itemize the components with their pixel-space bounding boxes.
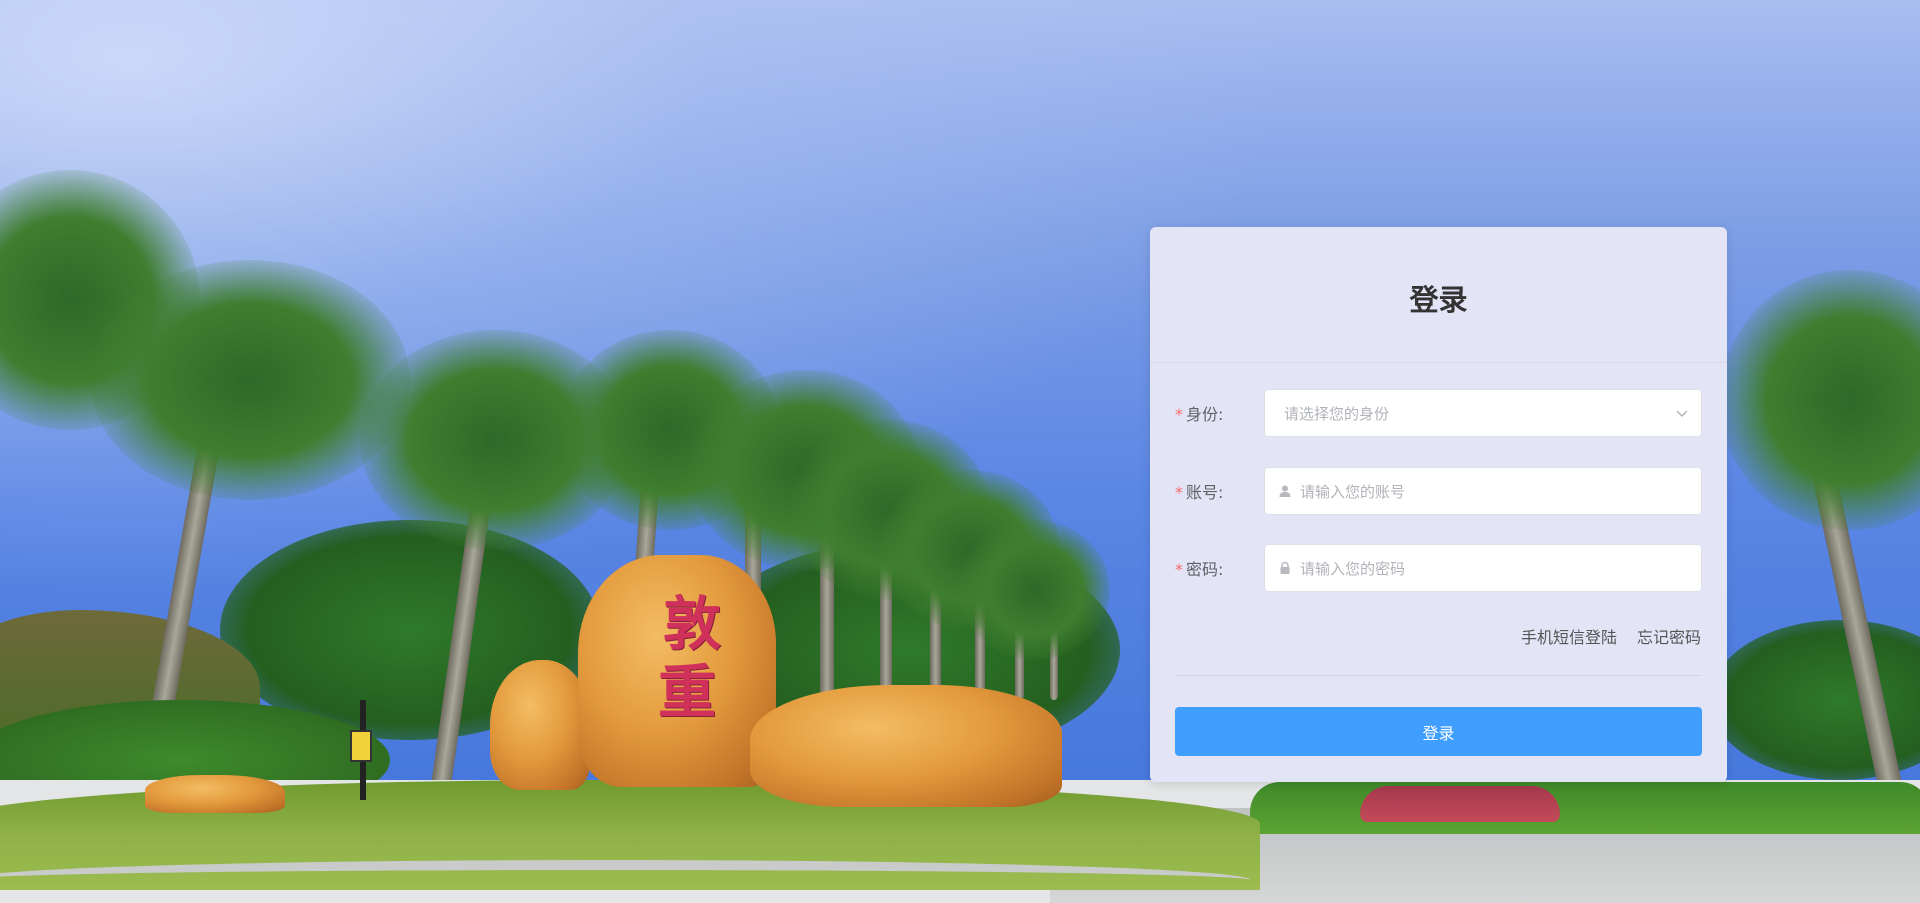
palm-fronds: [1720, 270, 1920, 530]
lock-icon: [1278, 561, 1292, 575]
carved-rock: 敦 重: [578, 555, 776, 787]
password-placeholder: 请输入您的密码: [1300, 559, 1406, 578]
divider: [1175, 675, 1702, 676]
palm-fronds: [960, 520, 1110, 660]
password-label: * 密码:: [1175, 556, 1264, 580]
identity-placeholder: 请选择您的身份: [1284, 404, 1390, 423]
login-title: 登录: [1409, 282, 1468, 317]
required-mark: *: [1175, 560, 1183, 579]
password-row: * 密码: 请输入您的密码: [1175, 544, 1702, 592]
account-label-text: 账号:: [1186, 483, 1224, 502]
account-placeholder: 请输入您的账号: [1300, 482, 1406, 501]
account-row: * 账号: 请输入您的账号: [1175, 467, 1702, 515]
hedge: [1250, 782, 1920, 834]
forgot-password-link[interactable]: 忘记密码: [1637, 624, 1701, 648]
required-mark: *: [1175, 483, 1183, 502]
rock: [750, 685, 1062, 807]
account-input[interactable]: 请输入您的账号: [1264, 467, 1702, 515]
required-mark: *: [1175, 405, 1183, 424]
identity-label-text: 身份:: [1186, 405, 1224, 424]
curb: [0, 860, 1250, 900]
password-label-text: 密码:: [1186, 560, 1224, 579]
palm-fronds: [90, 260, 410, 500]
account-label: * 账号:: [1175, 479, 1264, 503]
carved-character: 重: [658, 658, 717, 726]
rock: [490, 660, 590, 790]
login-card: 登录 * 身份: 请选择您的身份 * 账号: 请输入您的账号 * 密码: 请输入…: [1150, 227, 1727, 782]
password-input[interactable]: 请输入您的密码: [1264, 544, 1702, 592]
sms-login-link[interactable]: 手机短信登陆: [1521, 624, 1617, 648]
auxiliary-links: 手机短信登陆 忘记密码: [1521, 624, 1701, 648]
rock: [145, 775, 285, 813]
yellow-sign: [350, 730, 372, 762]
identity-row: * 身份: 请选择您的身份: [1175, 389, 1702, 437]
identity-select[interactable]: 请选择您的身份: [1264, 389, 1702, 437]
user-icon: [1278, 484, 1292, 498]
login-button[interactable]: 登录: [1175, 707, 1702, 756]
chevron-down-icon: [1676, 410, 1688, 417]
identity-label: * 身份:: [1175, 401, 1264, 425]
background-photo: 敦 重 登录 * 身份: 请选择您的身份 * 账号: 请输入您的账号 * 密码:…: [0, 0, 1920, 903]
flower-bed: [1360, 786, 1560, 822]
card-header: 登录: [1150, 227, 1727, 363]
